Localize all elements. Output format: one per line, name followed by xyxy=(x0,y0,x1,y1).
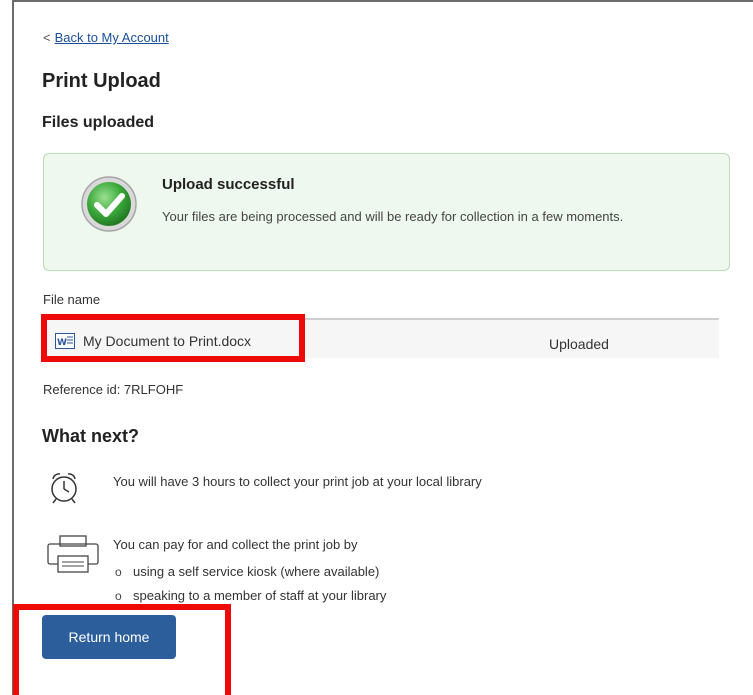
back-chevron: < xyxy=(43,30,51,45)
success-message: Your files are being processed and will … xyxy=(162,209,624,224)
file-status: Uploaded xyxy=(549,336,609,352)
alarm-clock-icon xyxy=(51,473,77,504)
check-circle-icon xyxy=(81,176,137,232)
what-next-heading: What next? xyxy=(42,426,139,446)
highlight-box-button xyxy=(13,604,231,695)
back-link[interactable]: < Back to My Account xyxy=(43,30,169,45)
back-to-account-link[interactable]: Back to My Account xyxy=(55,30,169,45)
file-name-header: File name xyxy=(43,292,101,307)
section-subtitle: Files uploaded xyxy=(42,114,155,131)
reference-id: Reference id: 7RLFOHF xyxy=(43,382,184,397)
page-title: Print Upload xyxy=(42,70,161,92)
success-panel: Upload successful Your files are being p… xyxy=(43,153,730,271)
payment-note: You can pay for and collect the print jo… xyxy=(113,537,358,552)
highlight-box-file xyxy=(41,314,305,362)
collection-time-note: You will have 3 hours to collect your pr… xyxy=(113,474,482,489)
printer-icon xyxy=(47,535,99,573)
success-title: Upload successful xyxy=(162,176,295,193)
list-item: using a self service kiosk (where availa… xyxy=(113,562,386,586)
collection-options-list: using a self service kiosk (where availa… xyxy=(113,562,386,610)
